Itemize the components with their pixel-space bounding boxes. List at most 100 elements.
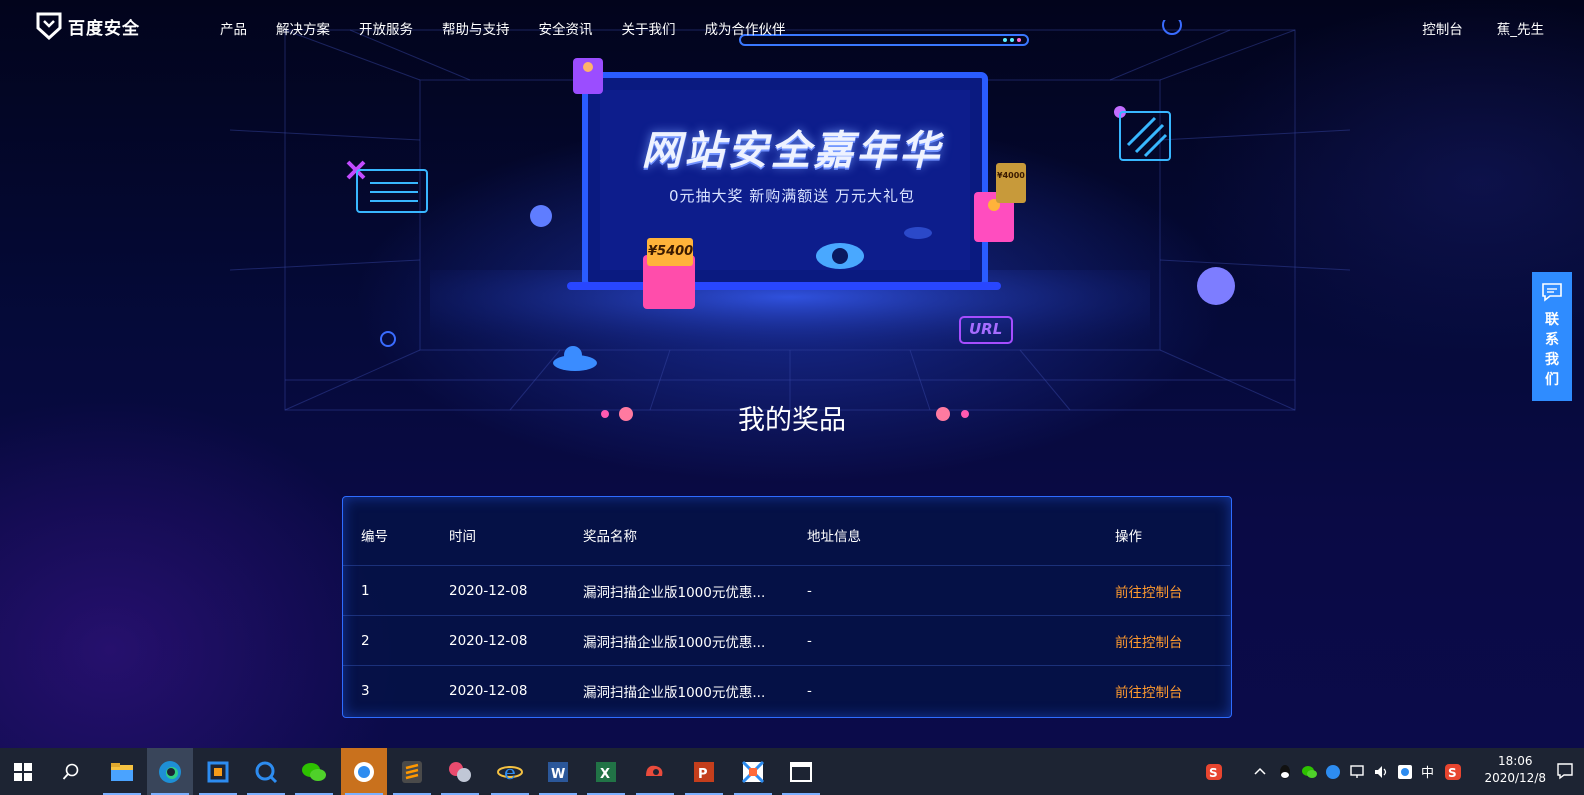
taskbar-edge[interactable] — [147, 748, 193, 795]
nav-solutions[interactable]: 解决方案 — [276, 18, 330, 38]
taskbar-virtualbox[interactable] — [195, 748, 241, 795]
taskbar-clock[interactable]: 18:06 2020/12/8 — [1484, 753, 1546, 787]
ticket-4000: ¥4000 — [997, 171, 1025, 180]
clock-date: 2020/12/8 — [1484, 771, 1546, 785]
table-row: 1 2020-12-08 漏洞扫描企业版1000元优惠... - 前往控制台 — [343, 565, 1230, 615]
console-link[interactable]: 控制台 — [1422, 18, 1463, 38]
cell-prize-name: 漏洞扫描企业版1000元优惠... — [583, 584, 766, 601]
top-header: 百度安全 产品 解决方案 开放服务 帮助与支持 安全资讯 关于我们 成为合作伙伴… — [0, 0, 1584, 56]
sogou-ime-icon[interactable]: S — [1205, 763, 1223, 781]
nav-products[interactable]: 产品 — [220, 18, 247, 38]
taskbar-remote-desktop[interactable] — [341, 748, 387, 795]
paint-icon — [741, 760, 765, 783]
windows-taskbar: e W X P S 中 S 18:06 2020/12/8 — [0, 748, 1584, 795]
my-prizes-title: 我的奖品 — [738, 405, 846, 436]
taskbar-word[interactable]: W — [535, 748, 581, 795]
url-tag: URL — [969, 320, 1003, 338]
network-icon[interactable] — [1349, 764, 1365, 780]
taskbar-ie[interactable]: e — [487, 748, 533, 795]
taskbar-snail[interactable] — [632, 748, 678, 795]
cell-prize-name: 漏洞扫描企业版1000元优惠... — [583, 634, 766, 651]
taskbar-powerpoint[interactable]: P — [681, 748, 727, 795]
logo[interactable]: 百度安全 — [36, 12, 140, 40]
title-dots-right — [936, 407, 969, 421]
volume-icon[interactable] — [1373, 764, 1389, 780]
system-tray: S 中 S — [1205, 748, 1462, 795]
banner-subtitle: 0元抽大奖 新购满额送 万元大礼包 — [668, 187, 916, 205]
user-name[interactable]: 蕉_先生 — [1497, 18, 1544, 38]
svg-text:W: W — [551, 767, 565, 782]
cell-address: - — [807, 632, 812, 649]
wechat-icon — [302, 762, 326, 781]
snail-icon — [646, 765, 663, 776]
chat-icon — [1542, 283, 1562, 302]
nav-open-services[interactable]: 开放服务 — [359, 18, 413, 38]
svg-text:S: S — [1448, 766, 1457, 780]
header-address: 地址信息 — [807, 529, 861, 545]
taskbar-paint[interactable] — [730, 748, 776, 795]
nav-security-news[interactable]: 安全资讯 — [539, 18, 593, 38]
taskbar-qq-browser[interactable] — [243, 748, 289, 795]
powerpoint-icon: P — [694, 761, 714, 782]
cell-id: 3 — [361, 682, 370, 699]
sublime-icon — [402, 760, 422, 783]
header-time: 时间 — [449, 529, 476, 545]
games-icon — [449, 761, 471, 782]
ticket-5400: ¥5400 — [648, 244, 694, 259]
chevron-up-icon[interactable] — [1253, 765, 1267, 779]
taskbar-window[interactable] — [778, 748, 824, 795]
cell-prize-name: 漏洞扫描企业版1000元优惠... — [583, 684, 766, 701]
svg-text:X: X — [600, 767, 610, 782]
cell-address: - — [807, 582, 812, 599]
header-prize-name: 奖品名称 — [583, 529, 637, 545]
search-icon — [62, 763, 79, 780]
table-row: 3 2020-12-08 漏洞扫描企业版1000元优惠... - 前往控制台 — [343, 665, 1230, 715]
window-icon — [790, 761, 812, 782]
sogou-tray-icon[interactable]: S — [1444, 763, 1462, 781]
file-explorer-icon — [111, 762, 133, 781]
wechat-tray-icon[interactable] — [1301, 764, 1317, 780]
page: 网站安全嘉年华 0元抽大奖 新购满额送 万元大礼包 ¥5400 ¥4000 UR… — [0, 0, 1584, 748]
grid-room-decoration — [230, 20, 1350, 411]
notification-icon[interactable] — [1556, 762, 1574, 780]
remote-tray-icon[interactable] — [1397, 764, 1413, 780]
main-nav: 产品 解决方案 开放服务 帮助与支持 安全资讯 关于我们 成为合作伙伴 — [220, 18, 815, 38]
cell-address: - — [807, 682, 812, 699]
nav-help-support[interactable]: 帮助与支持 — [442, 18, 510, 38]
cell-time: 2020-12-08 — [449, 582, 528, 599]
qq-tray-icon[interactable] — [1277, 764, 1293, 780]
banner-title: 网站安全嘉年华 — [641, 128, 943, 174]
taskbar-file-explorer[interactable] — [99, 748, 145, 795]
search-button[interactable] — [48, 748, 94, 795]
go-to-console-link[interactable]: 前往控制台 — [1115, 681, 1183, 701]
remote-desktop-icon — [354, 761, 374, 782]
cell-time: 2020-12-08 — [449, 632, 528, 649]
go-to-console-link[interactable]: 前往控制台 — [1115, 631, 1183, 651]
taskbar-sublime[interactable] — [389, 748, 435, 795]
svg-text:S: S — [1209, 766, 1218, 780]
go-to-console-link[interactable]: 前往控制台 — [1115, 581, 1183, 601]
start-button[interactable] — [0, 748, 46, 795]
taskbar-games[interactable] — [437, 748, 483, 795]
table-header: 编号 时间 奖品名称 地址信息 操作 — [343, 505, 1230, 565]
nav-about-us[interactable]: 关于我们 — [622, 18, 676, 38]
nav-become-partner[interactable]: 成为合作伙伴 — [705, 18, 786, 38]
hero-banner: 网站安全嘉年华 0元抽大奖 新购满额送 万元大礼包 ¥5400 ¥4000 UR… — [0, 0, 1584, 460]
taskbar-wechat[interactable] — [291, 748, 337, 795]
clock-time: 18:06 — [1497, 754, 1533, 768]
ime-indicator[interactable]: 中 — [1421, 762, 1434, 781]
windows-logo-icon — [14, 762, 32, 781]
word-icon: W — [548, 761, 568, 782]
header-action: 操作 — [1115, 529, 1142, 545]
cell-id: 2 — [361, 632, 370, 649]
virtualbox-icon — [207, 761, 229, 782]
taskbar-excel[interactable]: X — [583, 748, 629, 795]
svg-text:e: e — [504, 760, 516, 784]
svg-text:P: P — [698, 767, 708, 782]
cloud-tray-icon[interactable] — [1325, 764, 1341, 780]
header-right: 控制台 蕉_先生 — [1422, 18, 1544, 38]
excel-icon: X — [596, 761, 616, 782]
header-id: 编号 — [361, 529, 388, 545]
prize-table: 编号 时间 奖品名称 地址信息 操作 1 2020-12-08 漏洞扫描企业版1… — [342, 496, 1232, 718]
contact-us-button[interactable]: 联系我们 — [1532, 272, 1572, 401]
